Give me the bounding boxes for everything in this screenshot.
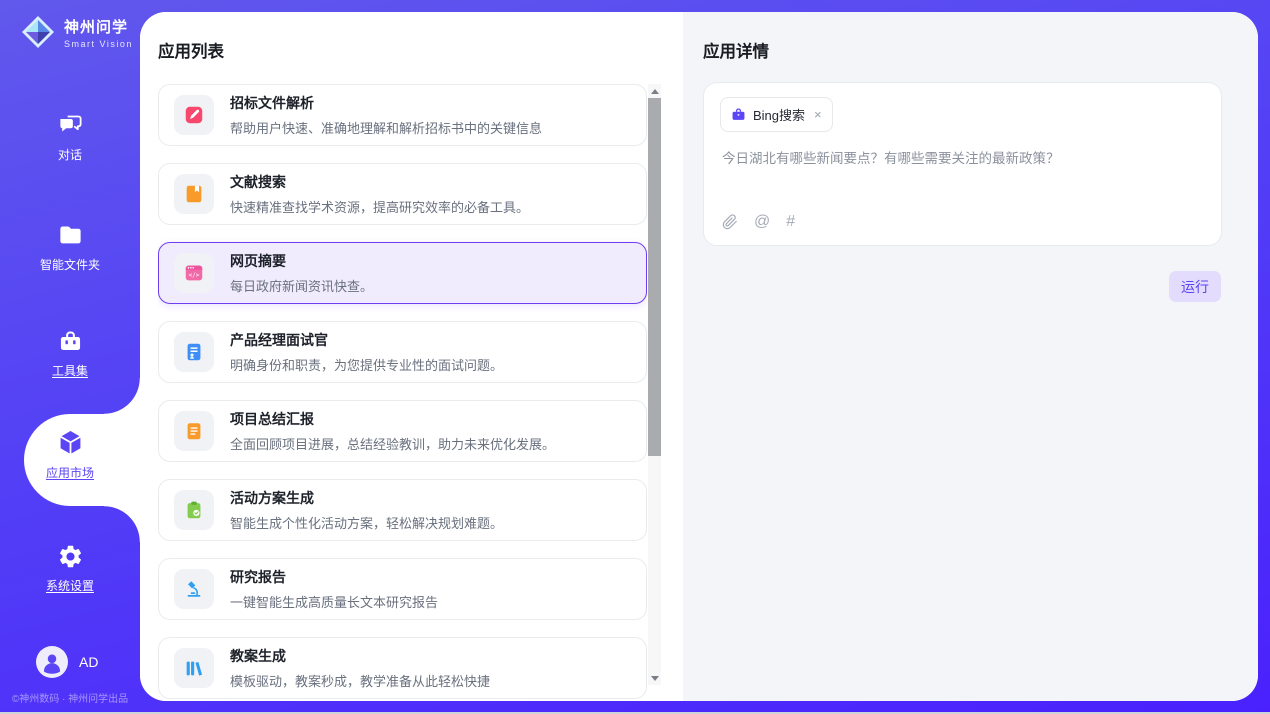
app-list: 招标文件解析 帮助用户快速、准确地理解和解析招标书中的关键信息 文献搜索 快速精…: [158, 84, 647, 701]
hash-icon[interactable]: #: [786, 213, 795, 231]
app-description: 帮助用户快速、准确地理解和解析招标书中的关键信息: [230, 118, 542, 137]
list-scrollbar[interactable]: [648, 84, 661, 685]
brand-diamond-icon: [20, 14, 56, 50]
app-window: 神州问学 Smart Vision 对话 智能文件夹: [0, 0, 1270, 714]
scrollbar-down-arrow-icon[interactable]: [648, 671, 661, 685]
app-title: 研究报告: [230, 567, 438, 587]
tool-tag-label: Bing搜索: [753, 105, 805, 124]
app-description: 模板驱动，教案秒成，教学准备从此轻松快捷: [230, 671, 490, 690]
pm-interviewer-icon: [174, 332, 214, 372]
sidebar-item-label: 智能文件夹: [40, 256, 100, 273]
app-description: 全面回顾项目进展，总结经验教训，助力未来优化发展。: [230, 434, 555, 453]
app-title: 教案生成: [230, 646, 490, 666]
run-button[interactable]: 运行: [1169, 271, 1221, 302]
user-account-chip[interactable]: AD: [36, 646, 98, 678]
app-card-tender-analysis[interactable]: 招标文件解析 帮助用户快速、准确地理解和解析招标书中的关键信息: [158, 84, 647, 146]
app-title: 项目总结汇报: [230, 409, 555, 429]
app-title: 招标文件解析: [230, 93, 542, 113]
cube-icon: [56, 428, 85, 457]
app-title: 活动方案生成: [230, 488, 503, 508]
main-content-card: 应用列表 招标文件解析 帮助用户快速、准确地理解和解析招标书中的关键信息: [140, 12, 1258, 701]
toolbox-icon: [57, 328, 84, 355]
app-description: 智能生成个性化活动方案，轻松解决规划难题。: [230, 513, 503, 532]
app-card-literature-search[interactable]: 文献搜索 快速精准查找学术资源，提高研究效率的必备工具。: [158, 163, 647, 225]
lesson-plan-icon: [174, 648, 214, 688]
research-report-icon: [174, 569, 214, 609]
app-card-activity-plan[interactable]: 活动方案生成 智能生成个性化活动方案，轻松解决规划难题。: [158, 479, 647, 541]
query-input[interactable]: 今日湖北有哪些新闻要点？有哪些需要关注的最新政策？: [722, 149, 1181, 169]
scrollbar-up-arrow-icon[interactable]: [648, 84, 661, 98]
activity-plan-icon: [174, 490, 214, 530]
app-description: 明确身份和职责，为您提供专业性的面试问题。: [230, 355, 503, 374]
attachment-icon[interactable]: [722, 214, 738, 230]
app-description: 快速精准查找学术资源，提高研究效率的必备工具。: [230, 197, 529, 216]
app-title: 产品经理面试官: [230, 330, 503, 350]
app-title: 网页摘要: [230, 251, 373, 271]
tender-document-icon: [174, 95, 214, 135]
project-report-icon: [174, 411, 214, 451]
sidebar-item-label: 工具集: [52, 362, 88, 379]
app-detail-panel: 应用详情 Bing搜索 × 今日湖北有哪些新闻要点？有哪些需要关注的最新政策？: [683, 12, 1258, 701]
app-card-web-summary[interactable]: </> 网页摘要 每日政府新闻资讯快查。: [158, 242, 647, 304]
sidebar-item-toolset[interactable]: 工具集: [0, 328, 140, 379]
query-composer-card: Bing搜索 × 今日湖北有哪些新闻要点？有哪些需要关注的最新政策？ @ #: [703, 82, 1222, 246]
app-list-title: 应用列表: [158, 38, 224, 62]
sidebar-item-label: 应用市场: [46, 464, 94, 481]
app-detail-title: 应用详情: [703, 38, 769, 62]
sidebar: 神州问学 Smart Vision 对话 智能文件夹: [0, 0, 140, 714]
tag-close-icon[interactable]: ×: [814, 108, 822, 121]
sidebar-item-label: 系统设置: [46, 577, 94, 594]
composer-toolbar: @ #: [722, 213, 795, 231]
gear-icon: [57, 543, 84, 570]
app-card-pm-interviewer[interactable]: 产品经理面试官 明确身份和职责，为您提供专业性的面试问题。: [158, 321, 647, 383]
app-card-research-report[interactable]: 研究报告 一键智能生成高质量长文本研究报告: [158, 558, 647, 620]
footer-credit: ©神州数码 · 神州问学出品: [0, 690, 140, 705]
web-summary-icon: </>: [174, 253, 214, 293]
app-list-panel: 应用列表 招标文件解析 帮助用户快速、准确地理解和解析招标书中的关键信息: [140, 12, 683, 701]
app-description: 一键智能生成高质量长文本研究报告: [230, 592, 438, 611]
mention-icon[interactable]: @: [754, 213, 770, 231]
app-card-project-report[interactable]: 项目总结汇报 全面回顾项目进展，总结经验教训，助力未来优化发展。: [158, 400, 647, 462]
user-initials: AD: [79, 654, 98, 670]
svg-text:</>: </>: [189, 272, 200, 279]
folder-icon: [57, 222, 84, 249]
app-title: 文献搜索: [230, 172, 529, 192]
app-card-lesson-plan[interactable]: 教案生成 模板驱动，教案秒成，教学准备从此轻松快捷: [158, 637, 647, 699]
sidebar-item-chat[interactable]: 对话: [0, 112, 140, 163]
briefcase-icon: [731, 107, 746, 122]
sidebar-item-smart-folder[interactable]: 智能文件夹: [0, 222, 140, 273]
literature-search-icon: [174, 174, 214, 214]
brand-name: 神州问学: [64, 16, 133, 37]
brand-subtitle: Smart Vision: [64, 39, 133, 49]
scrollbar-thumb[interactable]: [648, 98, 661, 456]
tool-tag-bing-search: Bing搜索 ×: [720, 97, 833, 132]
avatar-icon: [36, 646, 68, 678]
sidebar-item-app-market[interactable]: 应用市场: [0, 428, 140, 481]
sidebar-item-label: 对话: [58, 146, 82, 163]
sidebar-item-settings[interactable]: 系统设置: [0, 543, 140, 594]
app-description: 每日政府新闻资讯快查。: [230, 276, 373, 295]
brand-logo: 神州问学 Smart Vision: [20, 14, 133, 50]
chat-icon: [57, 112, 84, 139]
